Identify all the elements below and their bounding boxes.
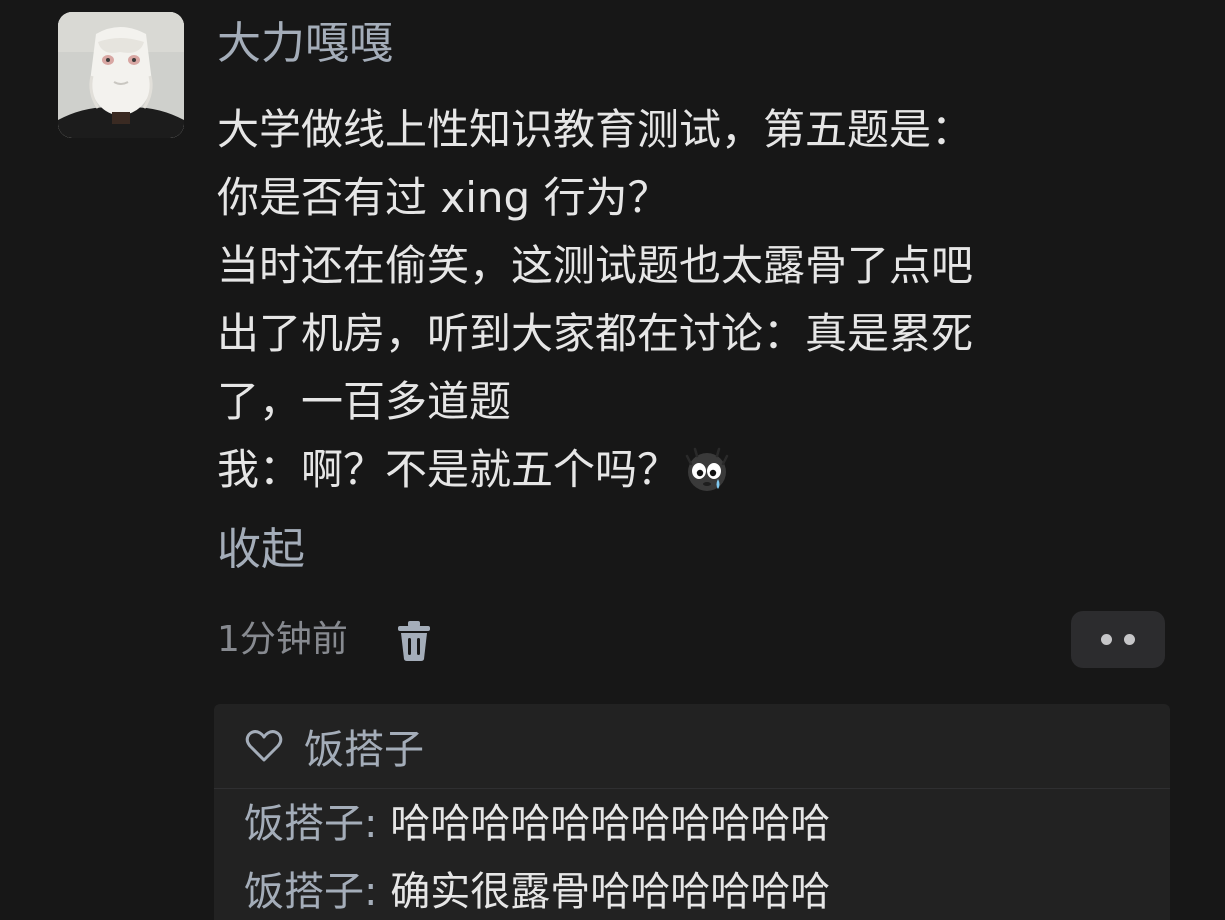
comment-text: 确实很露骨哈哈哈哈哈哈 [390, 869, 831, 915]
likes-row: 饭搭子 [244, 718, 424, 774]
post-line: 大学做线上性知识教育测试，第五题是： [217, 105, 974, 154]
comment-item[interactable]: 饭搭子: 哈哈哈哈哈哈哈哈哈哈哈 [244, 796, 830, 852]
comment-item[interactable]: 饭搭子: 确实很露骨哈哈哈哈哈哈 [244, 864, 830, 920]
post-line: 我：啊？不是就五个吗？ [217, 445, 680, 494]
trash-icon [398, 621, 430, 661]
post-line: 出了机房，听到大家都在讨论：真是累死 [217, 309, 974, 358]
comment-text: 哈哈哈哈哈哈哈哈哈哈哈 [390, 801, 831, 847]
moments-page: 大力嘎嘎 大学做线上性知识教育测试，第五题是： 你是否有过 xing 行为？ 当… [0, 0, 1225, 920]
collapse-link[interactable]: 收起 [217, 518, 305, 582]
avatar-photo [58, 12, 184, 138]
divider [214, 788, 1170, 789]
delete-button[interactable] [396, 620, 432, 662]
avatar[interactable] [58, 12, 184, 138]
post-timestamp: 1分钟前 [217, 619, 348, 660]
more-dot-icon [1101, 634, 1112, 645]
more-dot-icon [1124, 634, 1135, 645]
post-line: 你是否有过 xing 行为？ [217, 173, 670, 222]
interaction-panel: 饭搭子 饭搭子: 哈哈哈哈哈哈哈哈哈哈哈 饭搭子: 确实很露骨哈哈哈哈哈哈 [214, 704, 1170, 920]
post-line: 当时还在偷笑，这测试题也太露骨了点吧 [217, 241, 974, 290]
post-content: 大学做线上性知识教育测试，第五题是： 你是否有过 xing 行为？ 当时还在偷笑… [217, 96, 1177, 504]
crying-face-icon [683, 446, 731, 494]
comment-separator: : [364, 801, 391, 847]
author-name[interactable]: 大力嘎嘎 [217, 14, 393, 74]
comment-author[interactable]: 饭搭子 [244, 869, 364, 915]
like-user-name[interactable]: 饭搭子 [304, 717, 424, 775]
more-actions-button[interactable] [1071, 611, 1165, 668]
heart-icon [245, 730, 283, 762]
comment-separator: : [364, 869, 391, 915]
post-last-line: 我：啊？不是就五个吗？ [217, 436, 1177, 504]
comment-author[interactable]: 饭搭子 [244, 801, 364, 847]
post-line: 了，一百多道题 [217, 377, 512, 426]
